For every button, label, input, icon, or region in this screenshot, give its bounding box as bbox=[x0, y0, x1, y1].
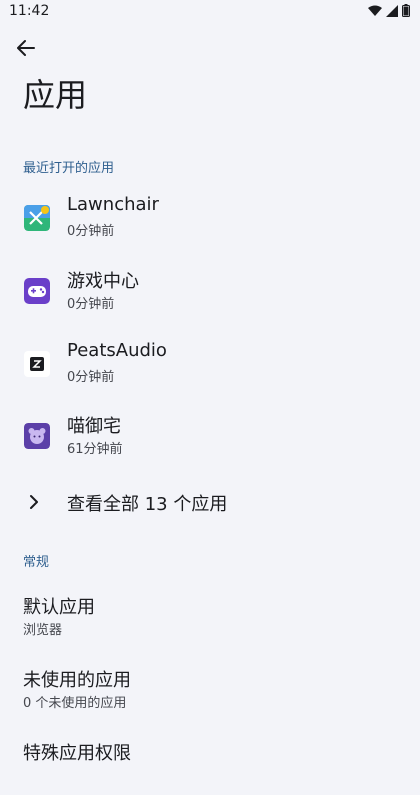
recent-app-lawnchair[interactable]: Lawnchair 0分钟前 bbox=[0, 182, 420, 254]
pref-subtitle: 浏览器 bbox=[23, 623, 63, 638]
see-all-apps-button[interactable]: 查看全部 13 个应用 bbox=[0, 476, 420, 528]
recent-app-miao-yuzhai[interactable]: 喵御宅 61分钟前 bbox=[0, 400, 420, 472]
pref-default-apps[interactable]: 默认应用 浏览器 bbox=[0, 583, 420, 649]
pref-subtitle: 0 个未使用的应用 bbox=[23, 696, 127, 711]
app-last-used: 0分钟前 bbox=[67, 370, 115, 385]
section-header-recent: 最近打开的应用 bbox=[23, 161, 115, 176]
peatsaudio-icon bbox=[24, 351, 50, 377]
app-name: Lawnchair bbox=[67, 194, 159, 215]
app-name: 喵御宅 bbox=[67, 416, 121, 437]
app-last-used: 0分钟前 bbox=[67, 297, 115, 312]
pref-title: 特殊应用权限 bbox=[23, 743, 131, 764]
miao-yuzhai-icon bbox=[24, 423, 50, 449]
app-last-used: 61分钟前 bbox=[67, 442, 123, 457]
recent-app-peatsaudio[interactable]: PeatsAudio 0分钟前 bbox=[0, 328, 420, 400]
see-all-apps-label: 查看全部 13 个应用 bbox=[67, 494, 228, 515]
app-name: PeatsAudio bbox=[67, 340, 167, 361]
app-last-used: 0分钟前 bbox=[67, 224, 115, 239]
lawnchair-icon bbox=[24, 205, 50, 231]
signal-icon bbox=[386, 4, 398, 17]
recent-app-game-center[interactable]: 游戏中心 0分钟前 bbox=[0, 255, 420, 327]
wifi-icon bbox=[368, 5, 382, 16]
pref-title: 未使用的应用 bbox=[23, 670, 131, 691]
chevron-right-icon bbox=[30, 495, 38, 509]
game-center-icon bbox=[24, 278, 50, 304]
page-title: 应用 bbox=[23, 76, 88, 114]
status-icons bbox=[368, 4, 410, 17]
app-name: 游戏中心 bbox=[67, 271, 139, 292]
pref-title: 默认应用 bbox=[23, 597, 95, 618]
status-bar: 11:42 bbox=[0, 0, 420, 24]
section-header-general: 常规 bbox=[23, 555, 50, 570]
back-button[interactable] bbox=[12, 34, 40, 62]
arrow-back-icon bbox=[17, 40, 35, 56]
pref-special-app-access[interactable]: 特殊应用权限 bbox=[0, 729, 420, 795]
battery-icon bbox=[402, 4, 410, 17]
pref-unused-apps[interactable]: 未使用的应用 0 个未使用的应用 bbox=[0, 656, 420, 722]
status-time: 11:42 bbox=[9, 3, 50, 19]
